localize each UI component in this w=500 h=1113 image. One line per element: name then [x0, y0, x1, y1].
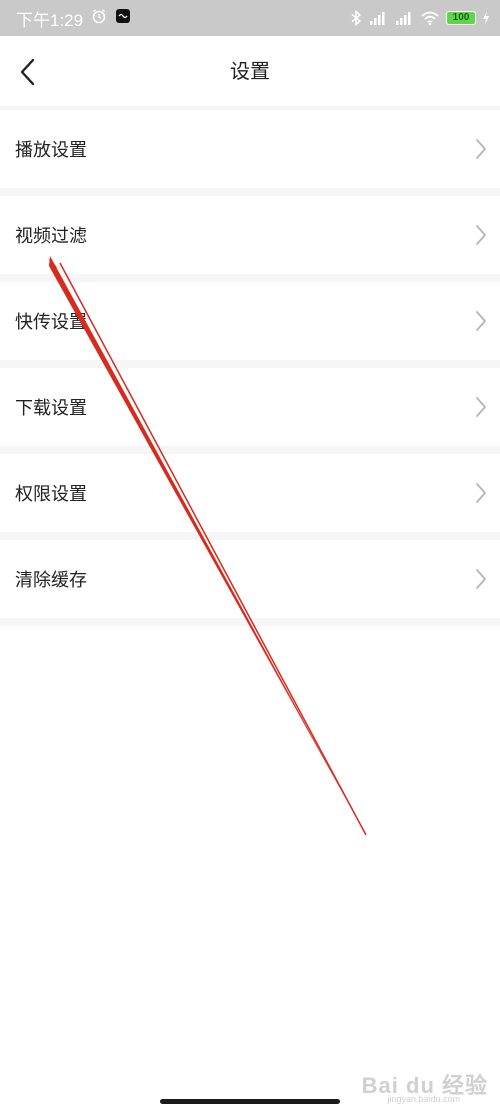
signal-icon [394, 10, 414, 26]
settings-row-label: 播放设置 [15, 140, 87, 161]
settings-row-label: 清除缓存 [15, 570, 87, 591]
signal-icon [368, 10, 388, 26]
settings-list: 播放设置 视频过滤 快传设置 下载设置 权限设置 清除缓存 [0, 106, 500, 626]
battery-level: 100 [452, 12, 470, 23]
bluetooth-icon [350, 10, 362, 26]
settings-row-label: 下载设置 [15, 398, 87, 419]
chevron-right-icon [476, 483, 486, 503]
chevron-right-icon [476, 139, 486, 159]
charging-icon [482, 11, 490, 25]
alarm-icon [91, 8, 107, 28]
chevron-left-icon [20, 58, 35, 86]
chevron-right-icon [476, 225, 486, 245]
settings-row-permissions[interactable]: 权限设置 [0, 454, 500, 532]
wifi-icon [420, 10, 440, 26]
list-bottom-divider [0, 618, 500, 626]
settings-row-quick-transfer[interactable]: 快传设置 [0, 282, 500, 360]
status-left: 下午1:29 [16, 0, 131, 36]
status-right: 100 [350, 0, 490, 36]
settings-row-download[interactable]: 下载设置 [0, 368, 500, 446]
settings-row-label: 快传设置 [15, 312, 87, 333]
chevron-right-icon [476, 569, 486, 589]
back-button[interactable] [10, 54, 46, 90]
status-time: 下午1:29 [16, 10, 84, 30]
home-indicator[interactable] [160, 1099, 340, 1104]
settings-row-video-filter[interactable]: 视频过滤 [0, 196, 500, 274]
status-bar: 下午1:29 100 [0, 0, 500, 36]
battery-icon: 100 [446, 11, 476, 25]
app-notification-icon [115, 8, 131, 28]
chevron-right-icon [476, 311, 486, 331]
watermark-url: jingyan.baidu.com [387, 1094, 460, 1104]
navigation-bar: 设置 [0, 36, 500, 106]
settings-row-clear-cache[interactable]: 清除缓存 [0, 540, 500, 618]
chevron-right-icon [476, 397, 486, 417]
settings-row-label: 视频过滤 [15, 226, 87, 247]
settings-row-playback[interactable]: 播放设置 [0, 110, 500, 188]
settings-row-label: 权限设置 [15, 484, 87, 505]
page-title: 设置 [230, 59, 270, 83]
